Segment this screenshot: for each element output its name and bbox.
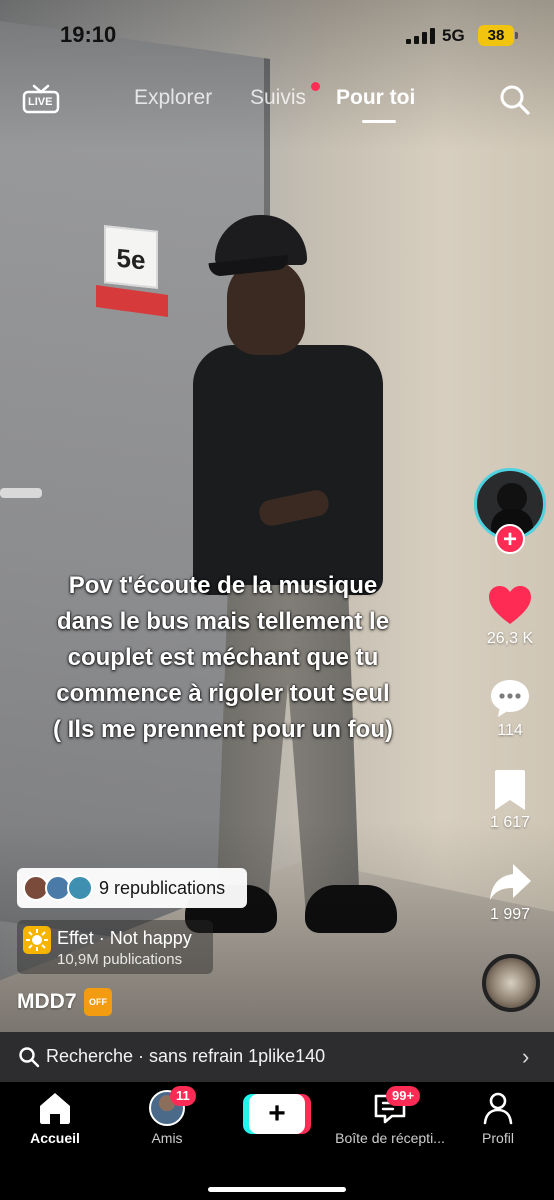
caption-line: dans le bus mais tellement le: [56, 608, 390, 635]
nav-profile[interactable]: Profil: [472, 1090, 524, 1146]
caption-line: ( Ils me prennent pour un fou): [53, 716, 393, 743]
search-icon[interactable]: [498, 83, 532, 117]
video-caption: Pov t'écoute de la musique dans le bus m…: [0, 568, 446, 748]
inbox-badge: 99+: [386, 1086, 421, 1106]
jacket: [193, 345, 383, 595]
nav-profile-label: Profil: [482, 1130, 514, 1146]
save-count: 1 617: [489, 814, 531, 831]
tab-for-you[interactable]: Pour toi: [336, 86, 415, 110]
profile-icon: [483, 1092, 513, 1125]
creator-username[interactable]: MDD7: [17, 990, 77, 1014]
effect-icon: [23, 926, 51, 954]
effect-chip[interactable]: Effet · Not happy 10,9M publications: [17, 920, 213, 974]
nav-inbox[interactable]: Boîte de récepti... 99+: [334, 1086, 446, 1146]
sound-disc[interactable]: [482, 954, 540, 1012]
comment-count: 114: [497, 722, 523, 739]
nav-home-label: Accueil: [30, 1130, 80, 1146]
caption-line: couplet est méchant que tu: [67, 644, 379, 671]
nav-inbox-label: Boîte de récepti...: [335, 1130, 445, 1146]
top-nav: LIVE Explorer Suivis Pour toi: [0, 74, 554, 130]
bookmark-icon: [495, 770, 525, 810]
active-tab-indicator: [362, 120, 396, 123]
following-notification-dot: [311, 82, 320, 91]
live-icon[interactable]: LIVE: [22, 84, 60, 114]
friends-badge: 11: [170, 1086, 196, 1106]
signal-icon: [406, 28, 436, 44]
republisher-avatar: [67, 875, 93, 901]
share-icon: [490, 864, 531, 900]
search-icon: [19, 1047, 40, 1068]
effect-count: 10,9M publications: [57, 951, 183, 968]
caption-line: commence à rigoler tout seul: [56, 680, 390, 707]
search-suggestion-bar[interactable]: Recherche · sans refrain 1plike140 ›: [0, 1032, 554, 1082]
nav-home[interactable]: Accueil: [30, 1090, 80, 1146]
status-bar: 19:10 5G 38: [0, 0, 554, 60]
republications-label: 9 republications: [99, 878, 226, 898]
search-suggestion-text: Recherche · sans refrain 1plike140: [46, 1046, 326, 1066]
home-icon: [40, 1093, 70, 1124]
tab-explorer[interactable]: Explorer: [134, 86, 212, 110]
effect-name: Effet · Not happy: [57, 928, 192, 948]
follow-button[interactable]: +: [495, 524, 525, 554]
nav-friends-label: Amis: [151, 1130, 183, 1146]
home-indicator[interactable]: [208, 1187, 346, 1192]
off-badge-icon: OFF: [84, 988, 112, 1016]
comment-button[interactable]: 114: [470, 676, 550, 740]
live-label: LIVE: [28, 96, 53, 108]
like-button[interactable]: 26,3 K: [470, 584, 550, 648]
share-button[interactable]: 1 997: [470, 860, 550, 924]
save-button[interactable]: 1 617: [470, 768, 550, 832]
plus-icon: +: [249, 1094, 305, 1134]
tab-following[interactable]: Suivis: [250, 86, 306, 110]
share-count: 1 997: [489, 906, 531, 923]
door-handle: [0, 488, 42, 498]
network-type: 5G: [442, 26, 465, 45]
battery-icon: 38: [478, 25, 518, 46]
heart-icon: [489, 586, 531, 624]
like-count: 26,3 K: [486, 630, 534, 647]
status-time: 19:10: [60, 22, 117, 47]
door-sign: 5e: [104, 225, 158, 289]
create-button[interactable]: +: [243, 1094, 311, 1134]
nav-friends[interactable]: Amis 11: [142, 1086, 196, 1146]
caption-line: Pov t'écoute de la musique: [68, 572, 378, 599]
bottom-nav: Accueil Amis 11 + Boîte de récepti... 99…: [0, 1082, 554, 1200]
comment-icon: [491, 680, 529, 717]
republications-chip[interactable]: 9 republications: [17, 868, 247, 908]
chevron-right-icon: ›: [522, 1044, 530, 1069]
